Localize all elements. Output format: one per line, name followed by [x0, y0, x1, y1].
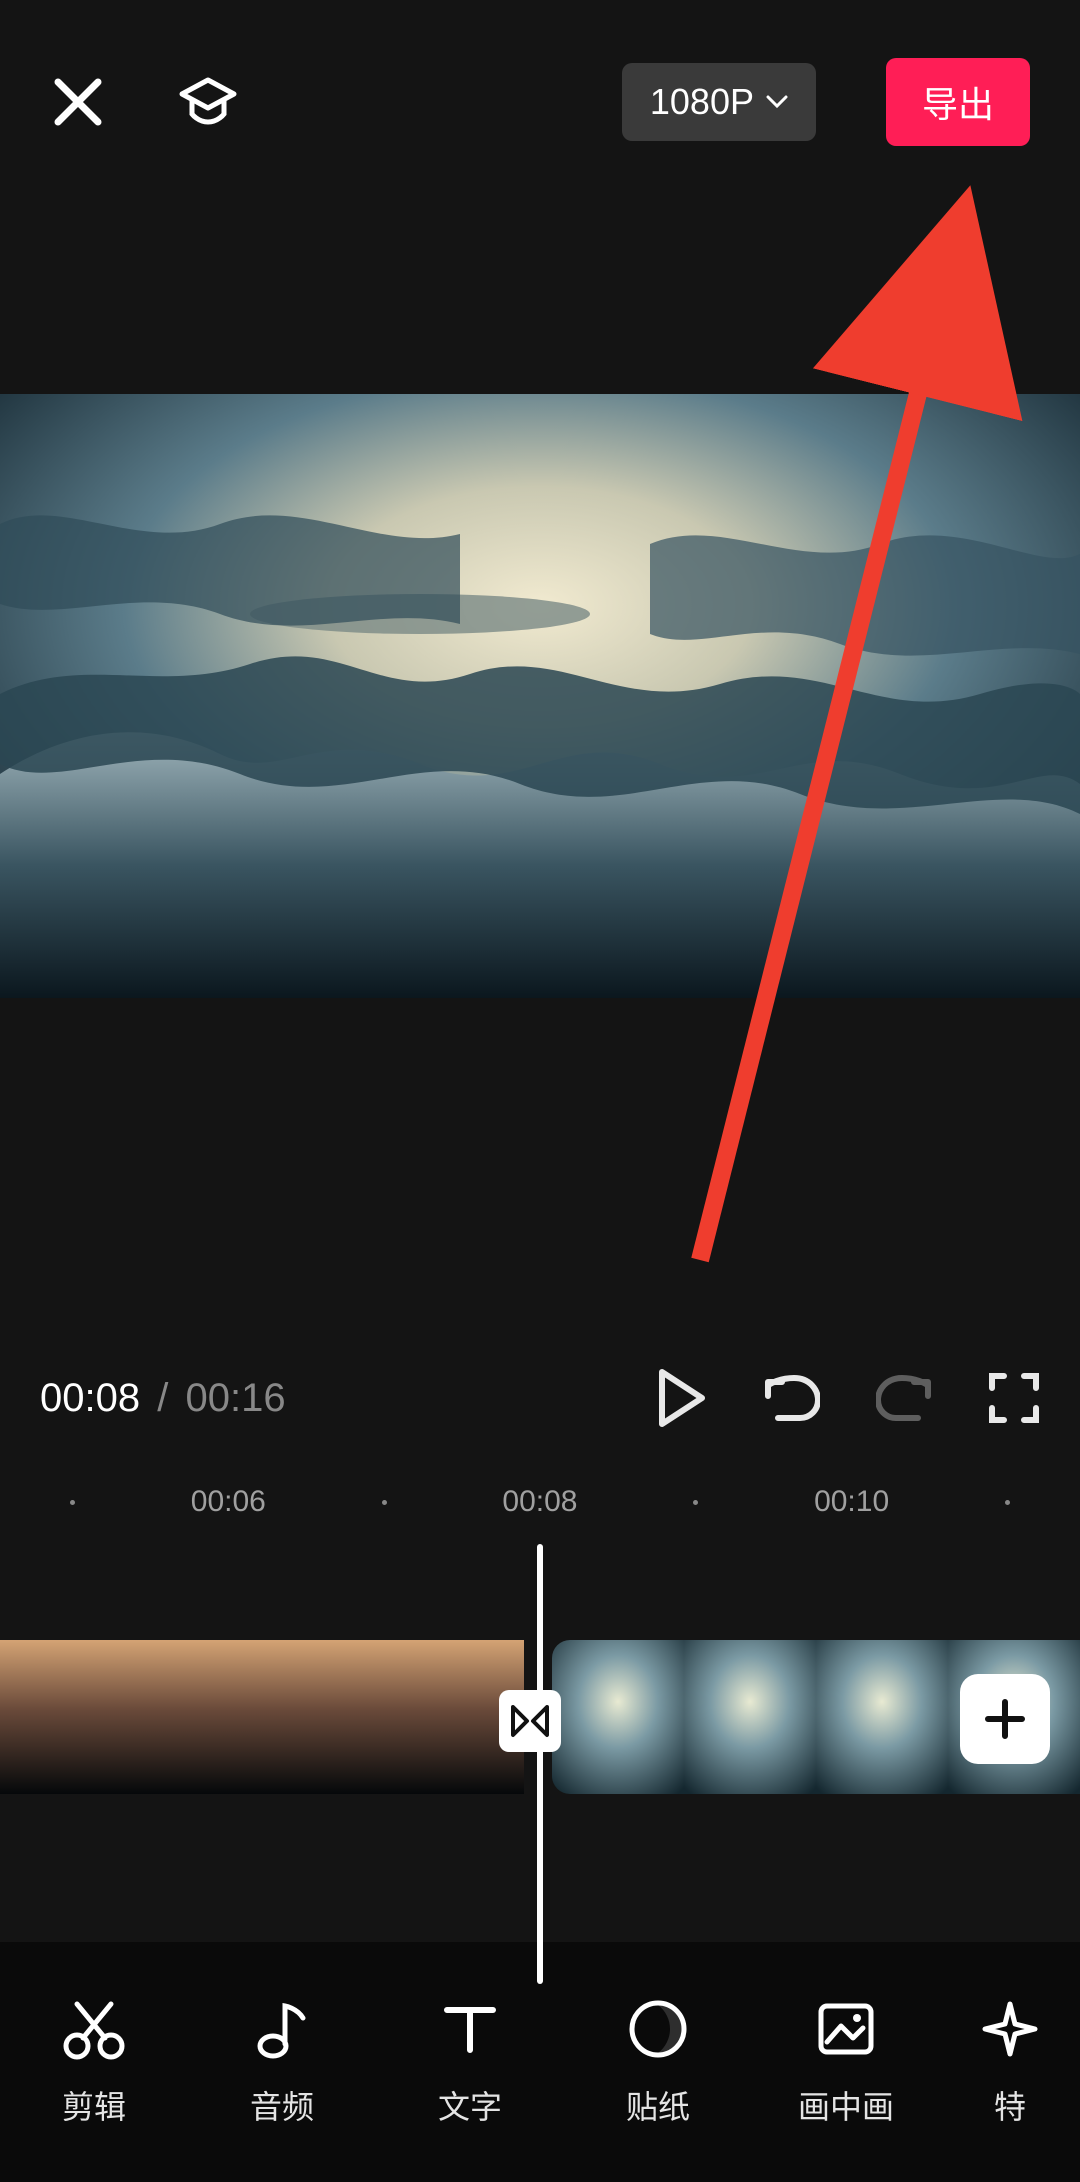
play-button[interactable]: [656, 1368, 708, 1428]
ruler-tick-label: 00:06: [191, 1485, 266, 1519]
moon-icon: [625, 1996, 691, 2062]
video-preview[interactable]: [0, 394, 1080, 998]
tool-text[interactable]: 文字: [376, 1996, 564, 2128]
fullscreen-button[interactable]: [988, 1372, 1040, 1424]
ruler-tick-dot: [1005, 1500, 1010, 1505]
header: 1080P 导出: [0, 0, 1080, 204]
tool-label: 音频: [250, 2082, 314, 2128]
resolution-dropdown[interactable]: 1080P: [622, 63, 816, 141]
undo-button[interactable]: [764, 1374, 820, 1422]
timeline-ruler[interactable]: 00:06 00:08 00:10: [0, 1482, 1080, 1522]
tool-label: 贴纸: [626, 2082, 690, 2128]
time-separator: /: [157, 1376, 168, 1420]
tool-label: 画中画: [798, 2082, 894, 2128]
preview-frame-image: [0, 394, 1080, 998]
plus-icon: [982, 1696, 1028, 1742]
music-note-icon: [249, 1996, 315, 2062]
sparkle-icon: [977, 1996, 1043, 2062]
playhead[interactable]: [537, 1544, 543, 1984]
tool-label: 剪辑: [62, 2082, 126, 2128]
image-frame-icon: [813, 1996, 879, 2062]
ruler-tick-dot: [70, 1500, 75, 1505]
scissors-icon: [61, 1996, 127, 2062]
timecode: 00:08 / 00:16: [40, 1376, 286, 1421]
chevron-down-icon: [766, 95, 788, 109]
transition-button[interactable]: [499, 1690, 561, 1752]
transport-bar: 00:08 / 00:16: [0, 1358, 1080, 1438]
tool-audio[interactable]: 音频: [188, 1996, 376, 2128]
clip-1[interactable]: [0, 1640, 524, 1794]
ruler-tick-label: 00:08: [502, 1485, 577, 1519]
text-t-icon: [437, 1996, 503, 2062]
tool-edit[interactable]: 剪辑: [0, 1996, 188, 2128]
transition-icon: [510, 1704, 550, 1738]
redo-button[interactable]: [876, 1374, 932, 1422]
tool-effect[interactable]: 特: [940, 1996, 1080, 2128]
ruler-tick-dot: [693, 1500, 698, 1505]
export-label: 导出: [922, 84, 994, 125]
ruler-tick-dot: [382, 1500, 387, 1505]
resolution-label: 1080P: [650, 81, 754, 123]
tool-label: 特: [994, 2082, 1026, 2128]
tool-label: 文字: [438, 2082, 502, 2128]
timeline[interactable]: [0, 1544, 1080, 1984]
close-button[interactable]: [50, 74, 106, 130]
add-clip-button[interactable]: [960, 1674, 1050, 1764]
ruler-tick-label: 00:10: [814, 1485, 889, 1519]
tool-sticker[interactable]: 贴纸: [564, 1996, 752, 2128]
tutorial-button[interactable]: [176, 70, 240, 134]
current-time: 00:08: [40, 1376, 140, 1420]
export-button[interactable]: 导出: [886, 58, 1030, 146]
total-duration: 00:16: [185, 1376, 285, 1420]
tool-pip[interactable]: 画中画: [752, 1996, 940, 2128]
